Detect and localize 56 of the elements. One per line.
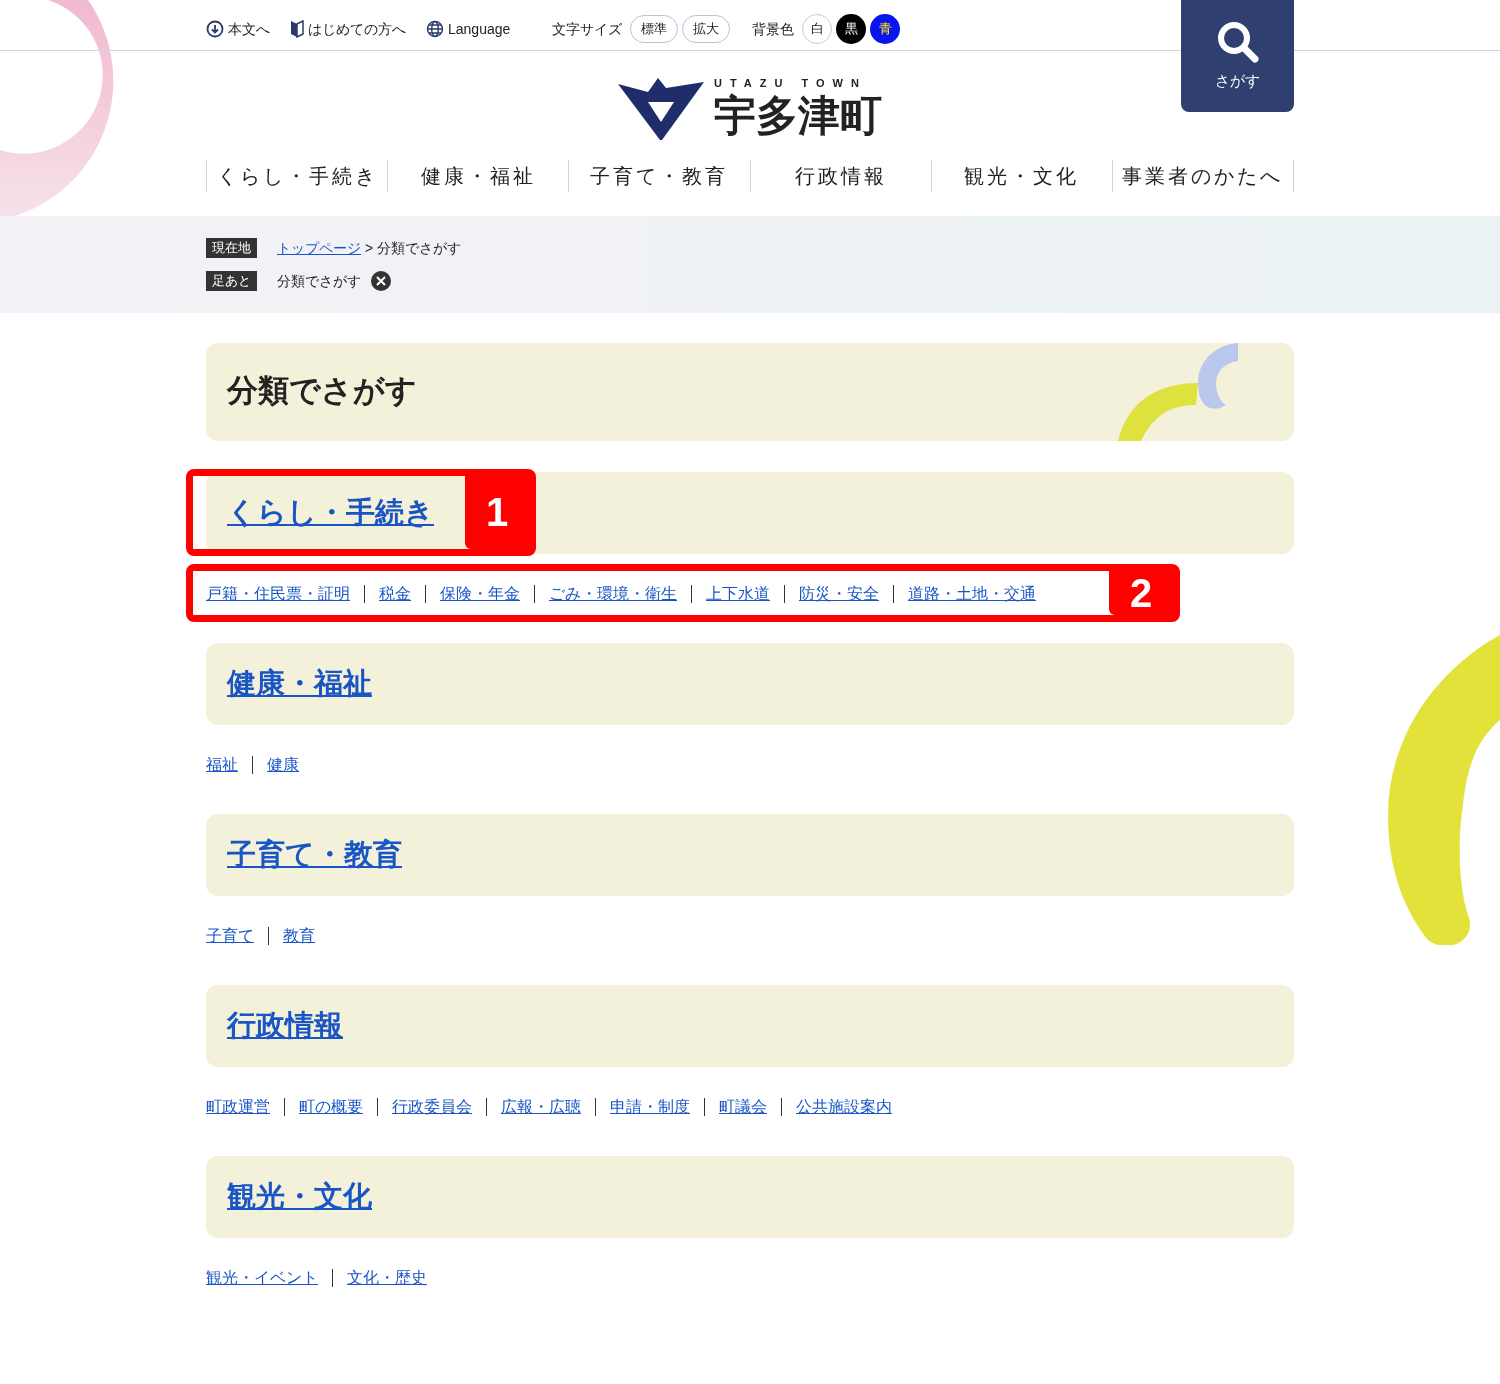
annotation-number: 1 <box>465 475 529 549</box>
subcategory-link[interactable]: 文化・歴史 <box>347 1265 427 1290</box>
category-title-link[interactable]: 健康・福祉 <box>227 661 372 706</box>
utility-link[interactable]: はじめての方へ <box>290 18 406 40</box>
subcategory-link[interactable]: 福祉 <box>206 752 238 777</box>
subcategory-link[interactable]: 戸籍・住民票・証明 <box>206 581 350 606</box>
category-title-link[interactable]: 子育て・教育 <box>227 832 402 877</box>
subcategory-link[interactable]: 町の概要 <box>299 1094 363 1119</box>
global-nav-item[interactable]: 観光・文化 <box>931 159 1113 192</box>
beginner-mark-icon <box>290 20 304 38</box>
breadcrumb-link[interactable]: トップページ <box>277 237 361 259</box>
breadcrumb-separator: > <box>365 238 374 258</box>
subcategory-link[interactable]: 健康 <box>267 752 299 777</box>
logo-town-name: 宇多津町 <box>714 91 882 140</box>
subcategory-link[interactable]: 道路・土地・交通 <box>908 581 1036 606</box>
breadcrumb-current: 分類でさがす <box>377 238 462 258</box>
global-nav-item[interactable]: 事業者のかたへ <box>1112 159 1295 192</box>
subcategory-link[interactable]: 税金 <box>379 581 411 606</box>
logo-subtitle: UTAZU TOWN <box>714 76 868 91</box>
font-size-label: 文字サイズ <box>552 19 623 39</box>
background-color-button[interactable]: 青 <box>870 14 901 44</box>
subcategory-link[interactable]: 保険・年金 <box>440 581 520 606</box>
global-nav-item[interactable]: くらし・手続き <box>207 159 389 192</box>
subcategory-link[interactable]: 広報・広聴 <box>501 1094 581 1119</box>
subcategory-link[interactable]: 防災・安全 <box>799 581 879 606</box>
search-button[interactable]: さがす <box>1181 0 1294 112</box>
subcategory-link[interactable]: 行政委員会 <box>392 1094 472 1119</box>
history-badge: 足あと <box>206 271 257 291</box>
utility-link[interactable]: 本文へ <box>206 18 270 40</box>
global-nav-item[interactable]: 子育て・教育 <box>569 159 751 192</box>
page-title: 分類でさがす <box>227 372 417 411</box>
category-title-link[interactable]: 行政情報 <box>227 1003 343 1048</box>
background-color-label: 背景色 <box>752 19 795 39</box>
search-icon <box>1215 19 1260 64</box>
current-location-badge: 現在地 <box>206 238 257 258</box>
background-color-button[interactable]: 白 <box>802 14 833 44</box>
subcategory-link[interactable]: 子育て <box>206 923 254 948</box>
background-color-button[interactable]: 黒 <box>836 14 867 44</box>
category-title-link[interactable]: 観光・文化 <box>227 1174 372 1219</box>
history-item: 分類でさがす <box>277 271 361 291</box>
subcategory-link[interactable]: 町議会 <box>719 1094 767 1119</box>
subcategory-link[interactable]: 上下水道 <box>706 581 770 606</box>
download-circle-icon <box>206 20 224 38</box>
subcategory-link[interactable]: 教育 <box>283 923 315 948</box>
subcategory-link[interactable]: 公共施設案内 <box>796 1094 892 1119</box>
global-nav-item[interactable]: 健康・福祉 <box>388 159 570 192</box>
annotation-number: 2 <box>1109 570 1173 615</box>
category-title-link[interactable]: くらし・手続き <box>227 490 434 535</box>
globe-icon <box>426 20 444 38</box>
subcategory-link[interactable]: ごみ・環境・衛生 <box>549 581 677 606</box>
subcategory-link[interactable]: 申請・制度 <box>610 1094 690 1119</box>
utility-link[interactable]: Language <box>426 18 511 40</box>
global-nav-item[interactable]: 行政情報 <box>750 159 932 192</box>
subcategory-link[interactable]: 町政運営 <box>206 1094 270 1119</box>
close-icon[interactable] <box>371 271 391 291</box>
subcategory-link[interactable]: 観光・イベント <box>206 1265 318 1290</box>
